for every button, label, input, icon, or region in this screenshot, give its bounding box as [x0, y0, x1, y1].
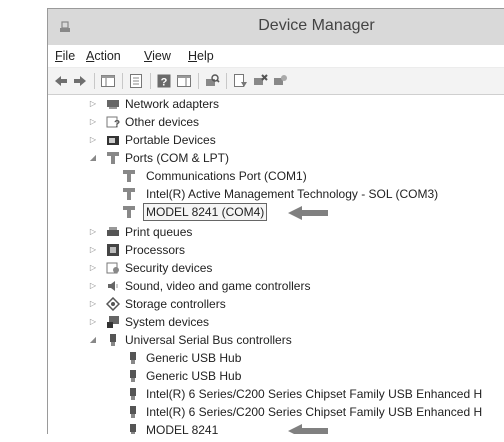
tree-item-label: Network adapters — [125, 97, 220, 111]
menu-view[interactable]: View — [144, 49, 171, 63]
tree-item-label: Universal Serial Bus controllers — [125, 333, 292, 347]
back-arrow-icon[interactable] — [53, 73, 69, 89]
update-driver-icon[interactable] — [232, 73, 248, 89]
disable-device-icon[interactable] — [252, 73, 268, 89]
uninstall-device-icon[interactable] — [272, 73, 288, 89]
port-icon — [106, 151, 120, 165]
expand-arrow-icon[interactable]: ▷ — [88, 223, 98, 241]
expand-arrow-icon[interactable]: ▷ — [88, 241, 98, 259]
network-adapter-icon — [106, 97, 120, 111]
menu-help[interactable]: Help — [188, 49, 214, 63]
expand-arrow-icon[interactable]: ▷ — [88, 95, 98, 113]
toolbar-separator — [150, 73, 151, 89]
tree-item-label: Processors — [125, 243, 186, 257]
tree-item-label: Sound, video and game controllers — [125, 279, 311, 293]
tree-item-label: Ports (COM & LPT) — [125, 151, 230, 165]
tree-item-label: Portable Devices — [125, 133, 216, 147]
expand-arrow-icon[interactable]: ▷ — [88, 259, 98, 277]
tree-item-label: MODEL 8241 — [146, 423, 219, 434]
tree-item-label: Generic USB Hub — [146, 351, 242, 365]
menu-action[interactable]: Action — [86, 49, 121, 63]
tree-item-label: System devices — [125, 315, 210, 329]
usb-icon — [126, 423, 140, 434]
device-manager-window: Device Manager File Action View Help ? ▷… — [47, 8, 504, 434]
tree-item-label: Communications Port (COM1) — [146, 169, 307, 183]
expand-arrow-icon[interactable]: ▷ — [88, 277, 98, 295]
toolbar-separator — [198, 73, 199, 89]
pointer-arrow-icon — [288, 424, 328, 434]
portable-device-icon — [106, 133, 120, 147]
show-hide-console-tree-icon[interactable] — [100, 73, 116, 89]
tree-item-label: Security devices — [125, 261, 213, 275]
port-icon — [122, 169, 136, 183]
scan-hardware-icon[interactable] — [204, 73, 220, 89]
tree-item-label: Storage controllers — [125, 297, 226, 311]
forward-arrow-icon[interactable] — [72, 73, 88, 89]
system-device-icon — [106, 315, 120, 329]
toolbar-separator — [122, 73, 123, 89]
tree-item-label: Intel(R) 6 Series/C200 Series Chipset Fa… — [146, 387, 483, 401]
collapse-arrow-icon[interactable]: ◢ — [88, 149, 98, 167]
toolbar: ? — [48, 68, 504, 95]
unknown-device-icon: ? — [106, 115, 120, 129]
printer-icon — [106, 225, 120, 239]
usb-icon — [126, 405, 140, 419]
expand-arrow-icon[interactable]: ▷ — [88, 113, 98, 131]
tree-item-label: Generic USB Hub — [146, 369, 242, 383]
tree-item-label: Print queues — [125, 225, 193, 239]
title-bar[interactable]: Device Manager — [48, 9, 504, 45]
toolbar-separator — [226, 73, 227, 89]
expand-arrow-icon[interactable]: ▷ — [88, 295, 98, 313]
menu-file[interactable]: File — [55, 49, 75, 63]
processor-icon — [106, 243, 120, 257]
tree-item-label: Intel(R) Active Management Technology - … — [146, 187, 439, 201]
svg-text:?: ? — [161, 77, 168, 89]
expand-arrow-icon[interactable]: ▷ — [88, 131, 98, 149]
menu-bar: File Action View Help — [48, 45, 504, 68]
collapse-arrow-icon[interactable]: ◢ — [88, 331, 98, 349]
toolbar-separator — [94, 73, 95, 89]
port-icon — [122, 187, 136, 201]
properties-icon[interactable] — [128, 73, 144, 89]
pointer-arrow-icon — [288, 206, 328, 220]
tree-item-label: Intel(R) 6 Series/C200 Series Chipset Fa… — [146, 405, 483, 419]
usb-icon — [126, 387, 140, 401]
storage-controller-icon — [106, 297, 120, 311]
usb-icon — [106, 333, 120, 347]
usb-icon — [126, 351, 140, 365]
action-pane-icon[interactable] — [176, 73, 192, 89]
svg-text:?: ? — [114, 119, 120, 129]
help-icon[interactable]: ? — [156, 73, 172, 89]
speaker-icon — [106, 279, 120, 293]
expand-arrow-icon[interactable]: ▷ — [88, 313, 98, 331]
window-title: Device Manager — [258, 17, 375, 34]
tree-item-label: MODEL 8241 (COM4) — [143, 203, 268, 221]
port-icon — [122, 205, 136, 219]
tree-item-label: Other devices — [125, 115, 200, 129]
usb-icon — [126, 369, 140, 383]
security-device-icon — [106, 261, 120, 275]
